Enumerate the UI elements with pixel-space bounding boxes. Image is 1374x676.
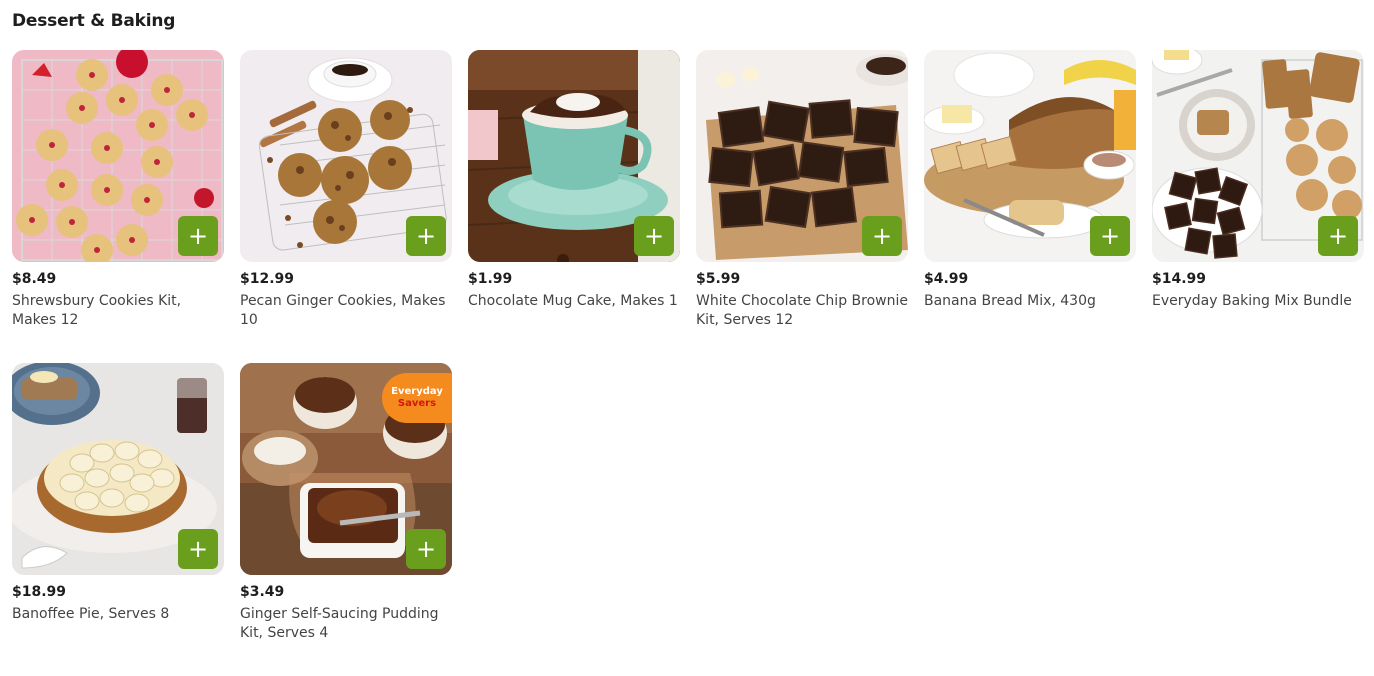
product-grid: + $8.49 Shrewsbury Cookies Kit, Makes 12 bbox=[12, 50, 1364, 676]
add-to-cart-button[interactable]: + bbox=[862, 216, 902, 256]
badge-line-1: Everyday bbox=[391, 386, 443, 397]
product-image[interactable]: + bbox=[1152, 50, 1364, 262]
product-price: $4.99 bbox=[924, 271, 969, 287]
product-price: $14.99 bbox=[1152, 271, 1207, 287]
product-card[interactable]: + $12.99 Pecan Ginger Cookies, Makes 10 bbox=[240, 50, 452, 363]
section-title: Dessert & Baking bbox=[12, 11, 176, 31]
badge-line-2: Savers bbox=[397, 398, 437, 409]
add-to-cart-button[interactable]: + bbox=[634, 216, 674, 256]
product-name[interactable]: Pecan Ginger Cookies, Makes 10 bbox=[240, 292, 452, 330]
product-price: $12.99 bbox=[240, 271, 295, 287]
product-card[interactable]: + $1.99 Chocolate Mug Cake, Makes 1 bbox=[468, 50, 680, 363]
product-image[interactable]: + bbox=[12, 363, 224, 575]
product-image[interactable]: + bbox=[240, 50, 452, 262]
product-name[interactable]: Everyday Baking Mix Bundle bbox=[1152, 292, 1364, 311]
product-image[interactable]: + bbox=[12, 50, 224, 262]
product-name[interactable]: Shrewsbury Cookies Kit, Makes 12 bbox=[12, 292, 224, 330]
product-name[interactable]: Ginger Self-Saucing Pudding Kit, Serves … bbox=[240, 605, 452, 643]
product-name[interactable]: Banana Bread Mix, 430g bbox=[924, 292, 1136, 311]
product-card[interactable]: + $8.49 Shrewsbury Cookies Kit, Makes 12 bbox=[12, 50, 224, 363]
product-name[interactable]: Banoffee Pie, Serves 8 bbox=[12, 605, 224, 624]
product-image[interactable]: + bbox=[696, 50, 908, 262]
product-image[interactable]: + bbox=[924, 50, 1136, 262]
product-price: $5.99 bbox=[696, 271, 741, 287]
add-to-cart-button[interactable]: + bbox=[406, 216, 446, 256]
product-name[interactable]: White Chocolate Chip Brownie Kit, Serves… bbox=[696, 292, 908, 330]
product-card[interactable]: + $14.99 Everyday Baking Mix Bundle bbox=[1152, 50, 1364, 363]
product-price: $1.99 bbox=[468, 271, 513, 287]
product-card[interactable]: + $18.99 Banoffee Pie, Serves 8 bbox=[12, 363, 224, 676]
product-price: $3.49 bbox=[240, 584, 285, 600]
add-to-cart-button[interactable]: + bbox=[406, 529, 446, 569]
product-price: $18.99 bbox=[12, 584, 67, 600]
product-image[interactable]: + bbox=[468, 50, 680, 262]
everyday-savers-badge: Everyday Savers bbox=[382, 373, 452, 423]
add-to-cart-button[interactable]: + bbox=[178, 529, 218, 569]
add-to-cart-button[interactable]: + bbox=[1090, 216, 1130, 256]
product-card[interactable]: Everyday Savers + $3.49 Ginger Self-Sauc… bbox=[240, 363, 452, 676]
product-price: $8.49 bbox=[12, 271, 57, 287]
product-image[interactable]: Everyday Savers + bbox=[240, 363, 452, 575]
add-to-cart-button[interactable]: + bbox=[178, 216, 218, 256]
product-card[interactable]: + $4.99 Banana Bread Mix, 430g bbox=[924, 50, 1136, 363]
add-to-cart-button[interactable]: + bbox=[1318, 216, 1358, 256]
product-card[interactable]: + $5.99 White Chocolate Chip Brownie Kit… bbox=[696, 50, 908, 363]
product-name[interactable]: Chocolate Mug Cake, Makes 1 bbox=[468, 292, 680, 311]
